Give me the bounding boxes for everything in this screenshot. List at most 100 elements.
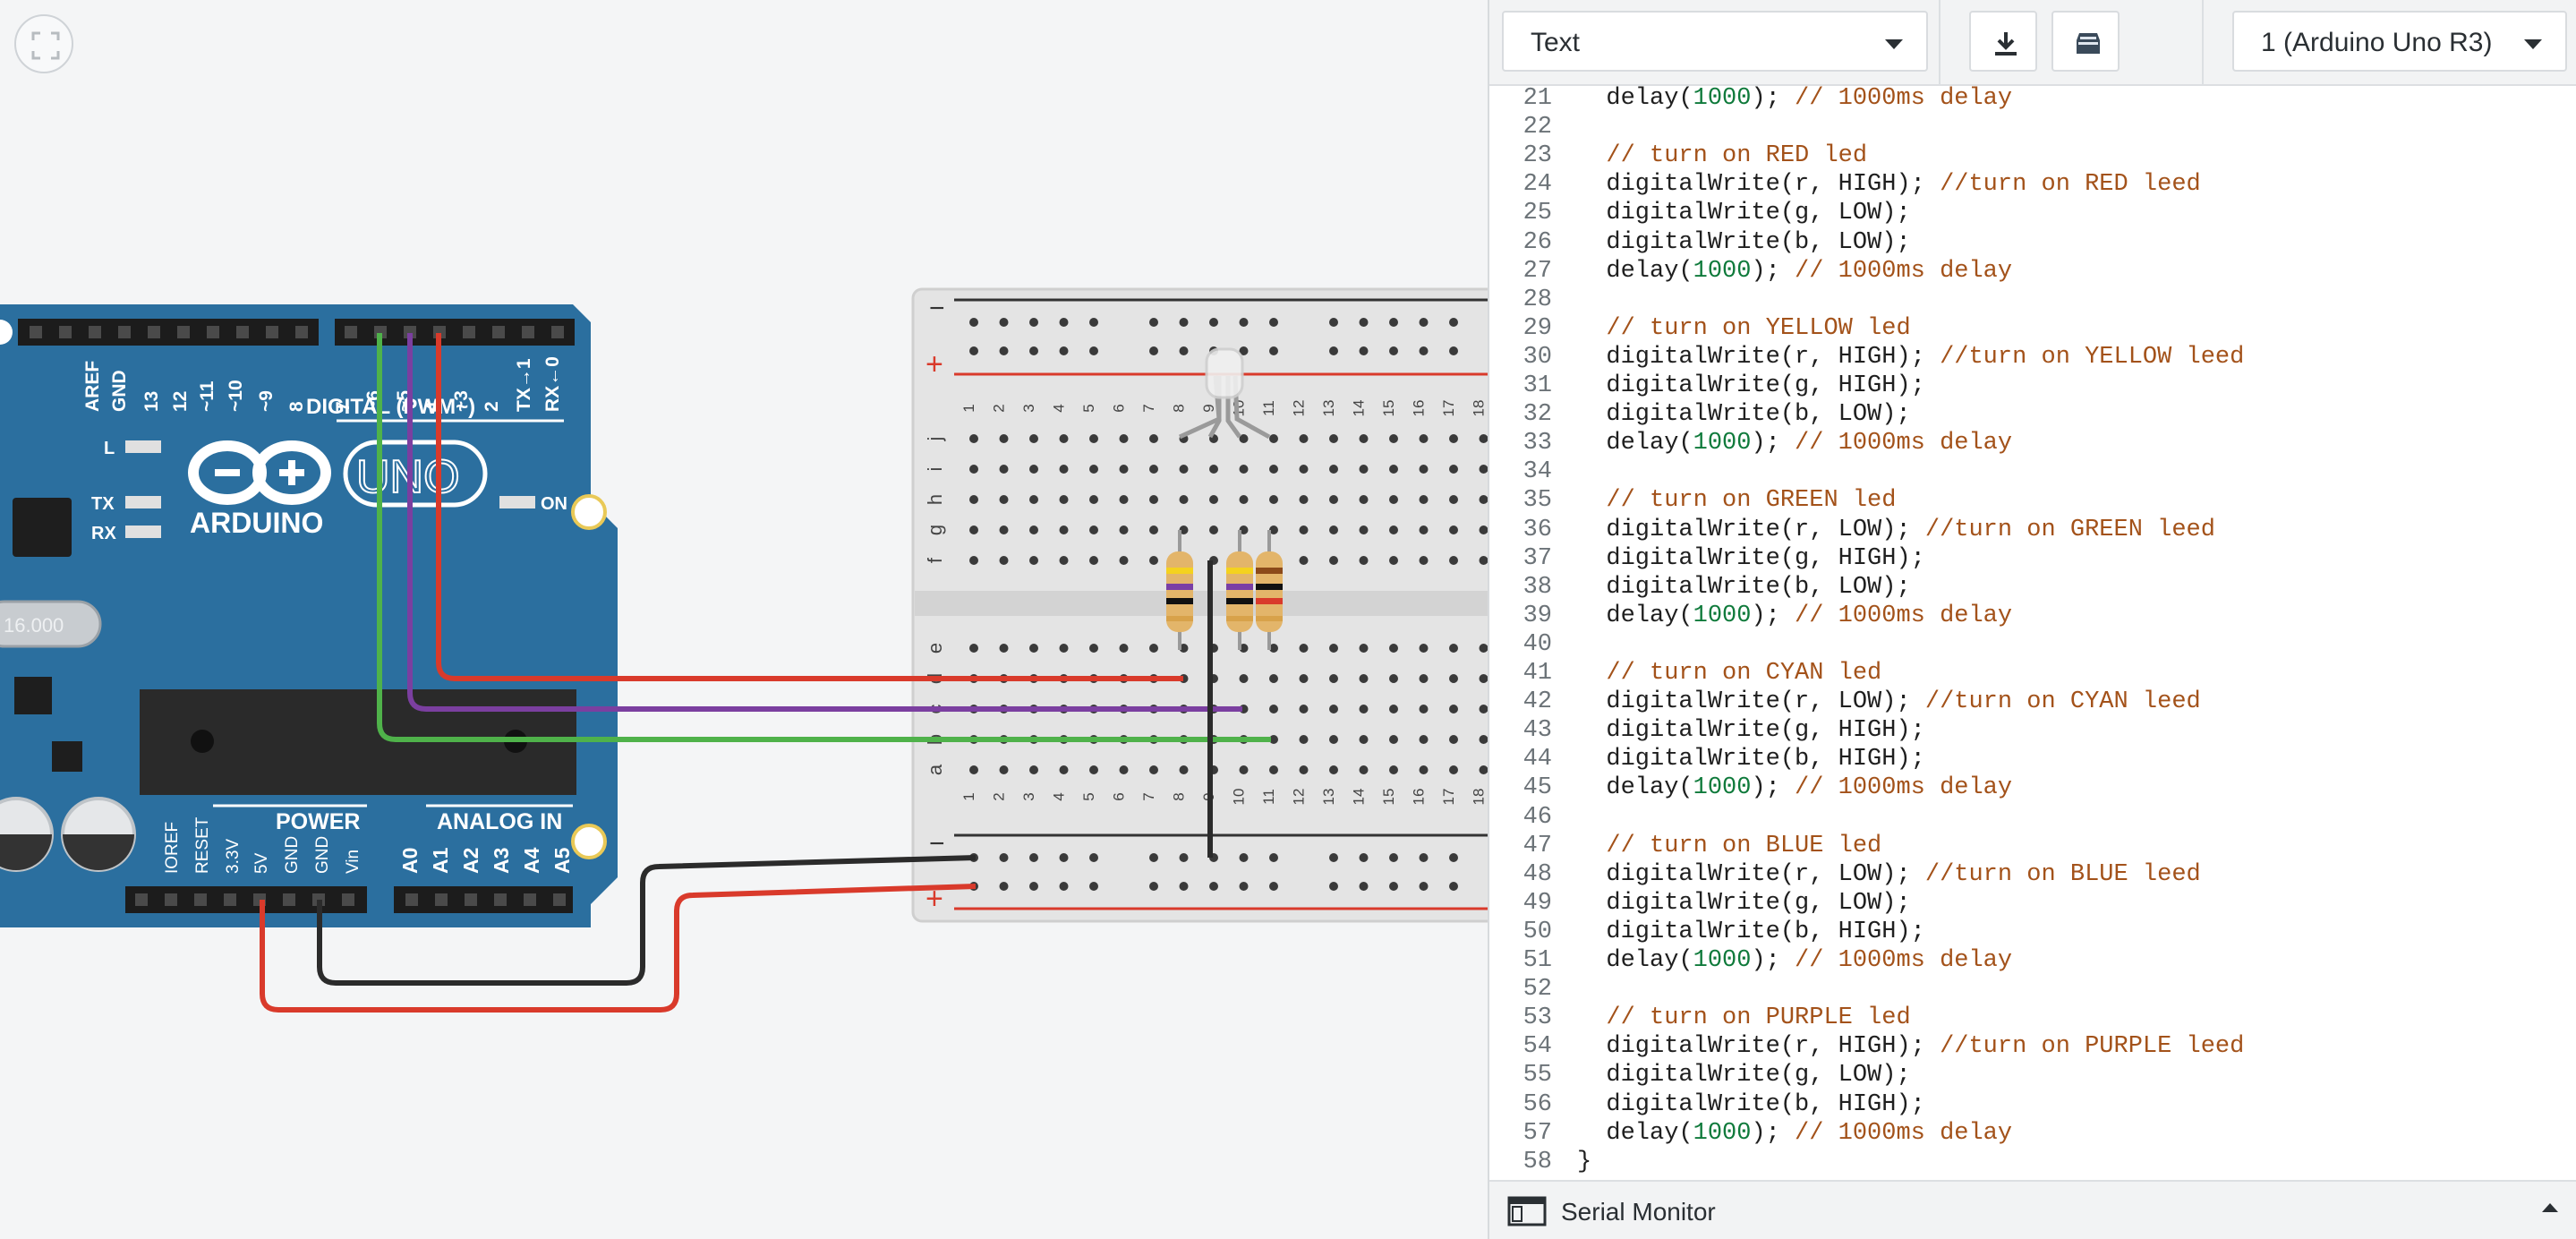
line-number: 32 [1523,401,1552,429]
code-text: digitalWrite(b, LOW); [1577,401,1911,429]
toolbar-divider [2202,0,2204,84]
column-number: 2 [991,792,1008,800]
line-number: 48 [1523,860,1552,888]
analog-header [394,886,573,913]
code-text: // turn on PURPLE led [1577,1004,1911,1032]
code-text: digitalWrite(g, HIGH); [1577,372,1925,399]
download-code-button[interactable] [1969,11,2037,72]
analog-label: ANALOG IN [437,809,562,834]
led-label-tx: TX [91,494,115,514]
fit-view-button[interactable] [14,14,73,73]
digital-pin-label: 7 [333,401,354,412]
line-number: 52 [1523,976,1552,1004]
line-number: 45 [1523,774,1552,802]
column-number: 18 [1471,789,1488,806]
code-text: } [1577,1148,1592,1175]
code-toolbar: Text 1 (Arduino Uno R3) [1489,0,2576,86]
rail-plus-top: + [925,347,943,381]
digital-pin-label: RX←0 [542,356,563,412]
line-number: 21 [1523,86,1552,112]
code-text: delay(1000); // 1000ms delay [1577,1119,2013,1147]
line-number: 40 [1523,630,1552,658]
digital-pin-label: 8 [286,401,307,412]
column-number: 7 [1140,404,1157,412]
code-text: digitalWrite(g, HIGH); [1577,544,1925,572]
row-letter: h [924,494,946,505]
arduino-uno-board[interactable]: DIGITAL (PWM~) AREF GND 13 12 ~11 ~10 ~9 8 7 ~6 ~5… [0,304,618,927]
column-number: 11 [1260,400,1277,416]
line-number: 29 [1523,314,1552,342]
component-select[interactable]: 1 (Arduino Uno R3) [2232,11,2567,72]
line-number: 38 [1523,573,1552,601]
code-text: digitalWrite(b, LOW); [1577,573,1911,601]
line-number: 51 [1523,947,1552,974]
row-letter: i [924,467,946,472]
chevron-down-icon [1885,39,1903,49]
row-letter: j [924,437,946,442]
column-number: 17 [1440,400,1457,417]
led-label-rx: RX [91,524,116,543]
line-number: 47 [1523,832,1552,859]
line-number: 37 [1523,544,1552,572]
code-text: digitalWrite(r, LOW); //turn on GREEN le… [1577,516,2215,543]
power-pin-label: RESET [193,816,212,874]
column-number: 13 [1320,400,1337,417]
row-letter: a [924,764,946,775]
chevron-down-icon [2524,39,2542,49]
power-pin-label: 3.3V [224,839,243,874]
analog-pin-label: A0 [398,848,422,874]
line-number: 28 [1523,286,1552,313]
code-editor[interactable]: 21 delay(1000); // 1000ms delay 22 23 // t… [1489,86,2576,1180]
column-number: 4 [1051,792,1068,800]
line-number: 43 [1523,717,1552,745]
line-number: 23 [1523,142,1552,170]
code-text: // turn on YELLOW led [1577,314,1911,342]
column-number: 3 [1020,404,1037,412]
row-letter: g [924,525,946,535]
line-number: 54 [1523,1033,1552,1061]
code-text: // turn on CYAN led [1577,660,1882,687]
digital-pin-label: ~10 [226,380,246,412]
download-icon [1995,32,2017,56]
power-label: POWER [276,809,360,834]
line-number: 42 [1523,688,1552,716]
power-header [125,886,367,913]
code-text: digitalWrite(r, LOW); //turn on BLUE lee… [1577,860,2201,888]
chevron-up-icon[interactable] [2542,1203,2558,1212]
breadboard[interactable]: − + − + 11223344556677889910101111121213… [911,287,1488,923]
serial-monitor-bar[interactable]: Serial Monitor [1489,1180,2576,1239]
code-mode-select[interactable]: Text [1502,11,1928,72]
column-number: 14 [1351,789,1368,806]
code-text: digitalWrite(r, HIGH); //turn on RED lee… [1577,171,2201,199]
line-number: 50 [1523,918,1552,945]
digital-pin-label: ~3 [451,390,472,412]
column-number: 15 [1380,789,1397,806]
code-text: // turn on BLUE led [1577,832,1882,859]
column-number: 2 [991,404,1008,412]
component-library-button[interactable] [2051,11,2120,72]
line-number: 58 [1523,1148,1552,1175]
digital-pin-label: ~11 [197,380,218,412]
line-number: 30 [1523,343,1552,371]
line-number: 44 [1523,746,1552,773]
digital-pin-label: 2 [482,401,502,412]
code-text: digitalWrite(g, LOW); [1577,1062,1911,1089]
line-number: 36 [1523,516,1552,543]
code-text: delay(1000); // 1000ms delay [1577,774,2013,802]
column-number: 16 [1411,400,1428,417]
line-number: 55 [1523,1062,1552,1089]
crystal-label: 16.000 [4,614,64,637]
code-mode-value: Text [1531,28,1581,57]
line-number: 26 [1523,228,1552,256]
digital-pin-label: 12 [170,391,191,412]
line-number: 35 [1523,487,1552,515]
code-text: digitalWrite(b, HIGH); [1577,918,1925,945]
column-number: 3 [1020,792,1037,800]
power-pin-label: GND [313,836,332,874]
column-number: 1 [960,404,977,412]
column-number: 12 [1291,400,1308,417]
column-number: 4 [1051,404,1068,412]
circuit-canvas[interactable]: DIGITAL (PWM~) AREF GND 13 12 ~11 ~10 ~9 8 7 ~6 ~5… [0,0,1488,1239]
column-number: 18 [1471,400,1488,417]
analog-pin-label: A3 [490,848,513,874]
